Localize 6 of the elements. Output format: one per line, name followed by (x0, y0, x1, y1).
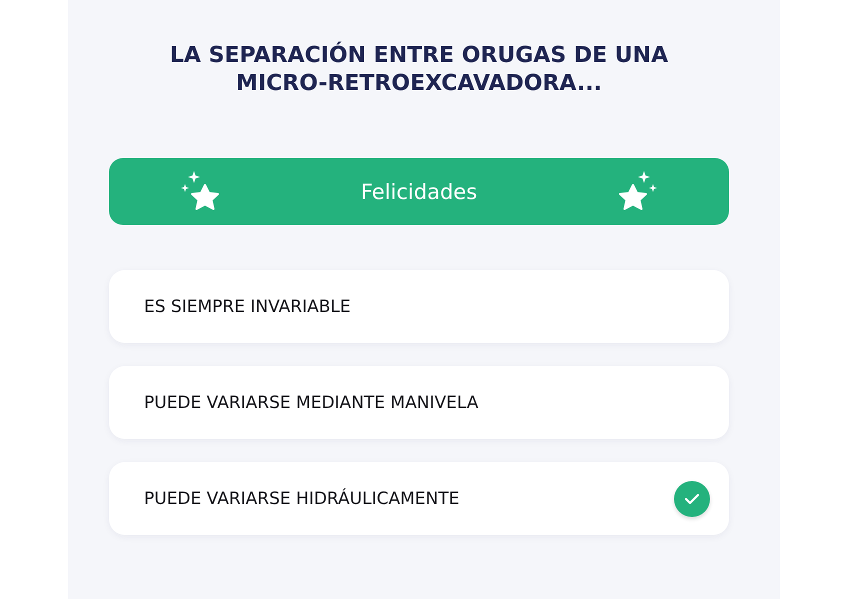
answer-option[interactable]: PUEDE VARIARSE MEDIANTE MANIVELA (109, 366, 729, 439)
question-title: LA SEPARACIÓN ENTRE ORUGAS DE UNA MICRO-RETROEXCAVADORA... (168, 42, 670, 98)
answer-option[interactable]: ES SIEMPRE INVARIABLE (109, 270, 729, 343)
check-icon (674, 480, 710, 516)
answer-option[interactable]: PUEDE VARIARSE HIDRÁULICAMENTE (109, 462, 729, 535)
result-label: Felicidades (360, 180, 478, 204)
